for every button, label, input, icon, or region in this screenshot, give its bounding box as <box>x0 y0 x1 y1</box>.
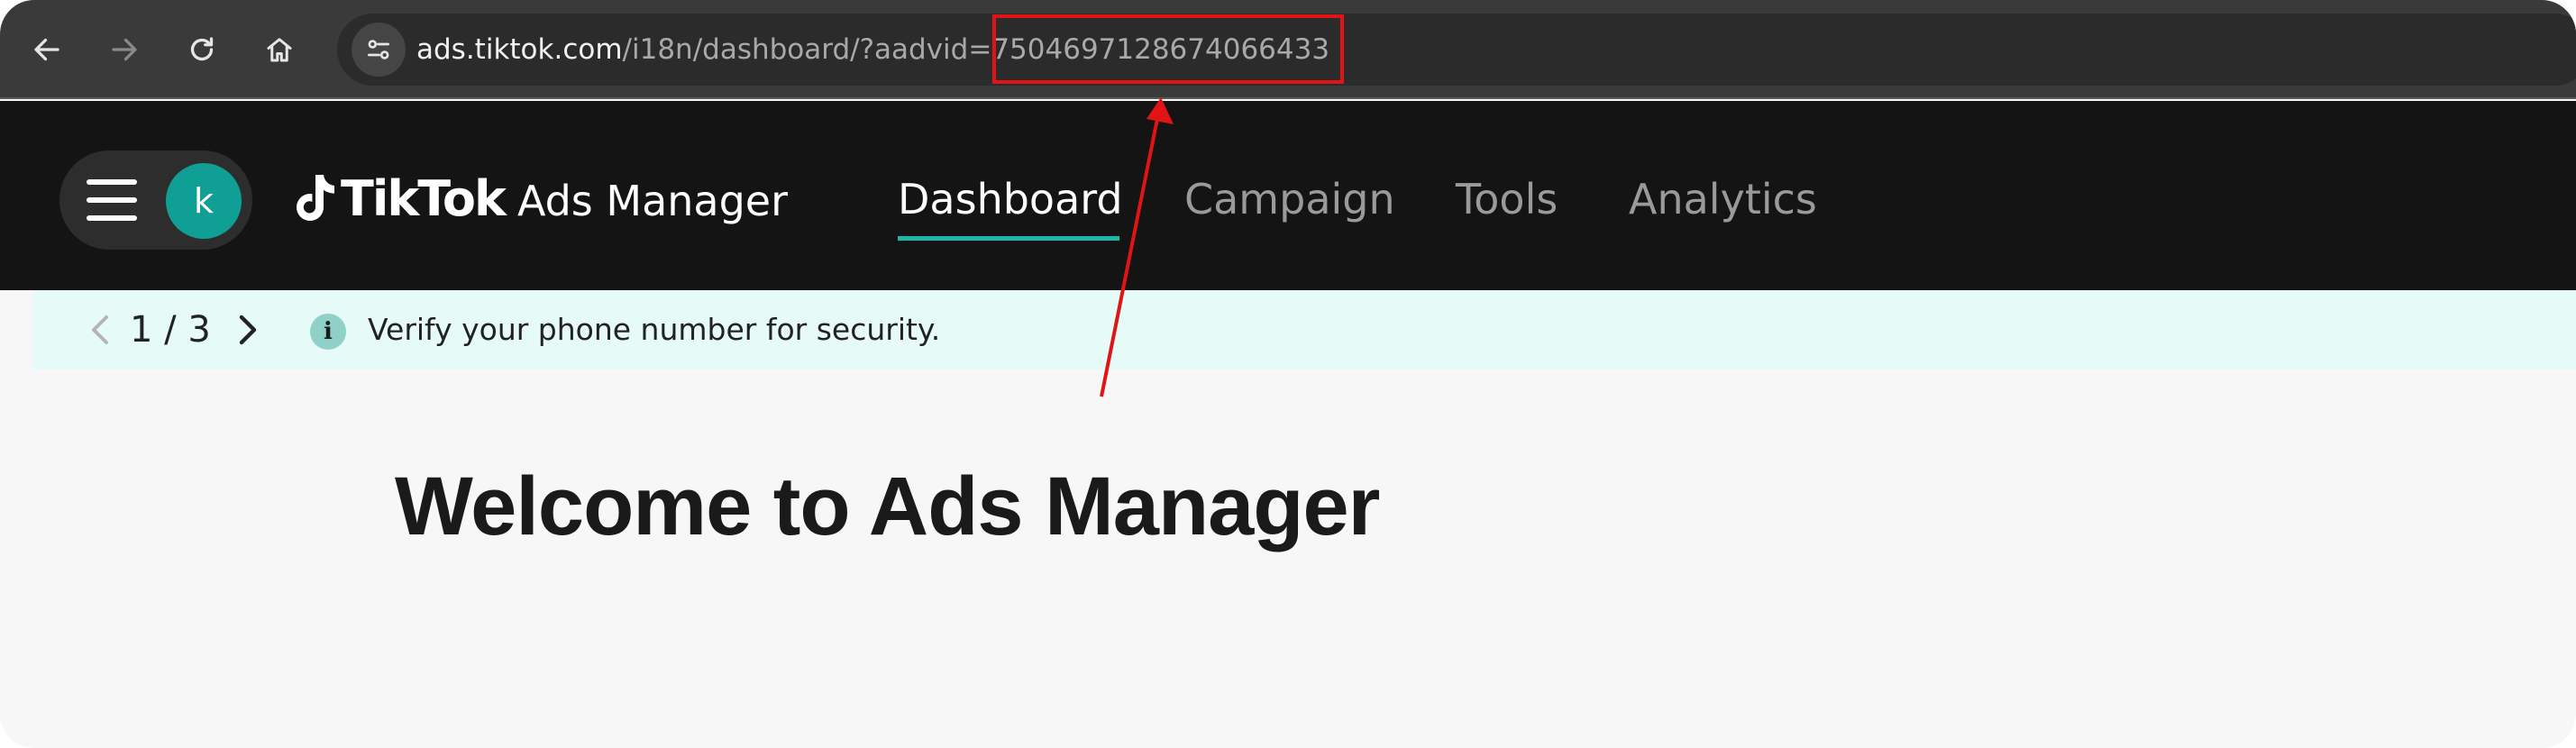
url-text[interactable]: ads.tiktok.com/i18n/dashboard/?aadvid=75… <box>416 32 1329 68</box>
home-button[interactable] <box>254 24 305 75</box>
url-path: /i18n/dashboard/?aadvid= <box>622 33 992 66</box>
app-header: k TikTok Ads Manager Dashboard Campaign … <box>0 101 2576 290</box>
tune-icon <box>368 40 389 59</box>
info-icon: i <box>310 314 346 350</box>
browser-toolbar: ads.tiktok.com/i18n/dashboard/?aadvid=75… <box>0 0 2576 99</box>
forward-button[interactable] <box>99 24 150 75</box>
url-advertiser-id: 7504697128674066433 <box>991 33 1330 66</box>
reload-icon <box>190 37 214 61</box>
arrow-right-icon <box>112 38 137 61</box>
banner-message[interactable]: Verify your phone number for security. <box>368 308 940 351</box>
hamburger-menu-icon[interactable] <box>87 178 137 223</box>
tab-tools[interactable]: Tools <box>1456 168 1557 231</box>
back-button[interactable] <box>22 24 72 75</box>
account-menu-pill[interactable]: k <box>59 151 252 250</box>
chevron-right-icon[interactable] <box>229 310 265 350</box>
reload-button[interactable] <box>177 24 227 75</box>
home-icon <box>267 38 292 62</box>
banner-pager: 1 / 3 <box>130 309 211 351</box>
site-info-button[interactable] <box>352 23 406 77</box>
tab-campaign[interactable]: Campaign <box>1184 168 1395 231</box>
logo-brand: TikTok <box>341 169 507 227</box>
notification-banner: 1 / 3 i Verify your phone number for sec… <box>32 290 2576 369</box>
address-bar[interactable]: ads.tiktok.com/i18n/dashboard/?aadvid=75… <box>337 14 2576 86</box>
url-host: ads.tiktok.com <box>416 33 623 66</box>
avatar[interactable]: k <box>166 163 242 239</box>
page-title: Welcome to Ads Manager <box>395 461 1380 552</box>
tiktok-note-icon <box>297 175 334 221</box>
tab-dashboard[interactable]: Dashboard <box>898 168 1123 231</box>
active-tab-indicator <box>898 236 1119 241</box>
screenshot-frame: ads.tiktok.com/i18n/dashboard/?aadvid=75… <box>0 0 2576 748</box>
arrow-left-icon <box>34 38 59 61</box>
tiktok-ads-manager-logo[interactable]: TikTok Ads Manager <box>288 162 788 234</box>
tab-analytics[interactable]: Analytics <box>1629 168 1817 231</box>
logo-product: Ads Manager <box>516 177 789 225</box>
chevron-left-icon[interactable] <box>83 310 119 350</box>
